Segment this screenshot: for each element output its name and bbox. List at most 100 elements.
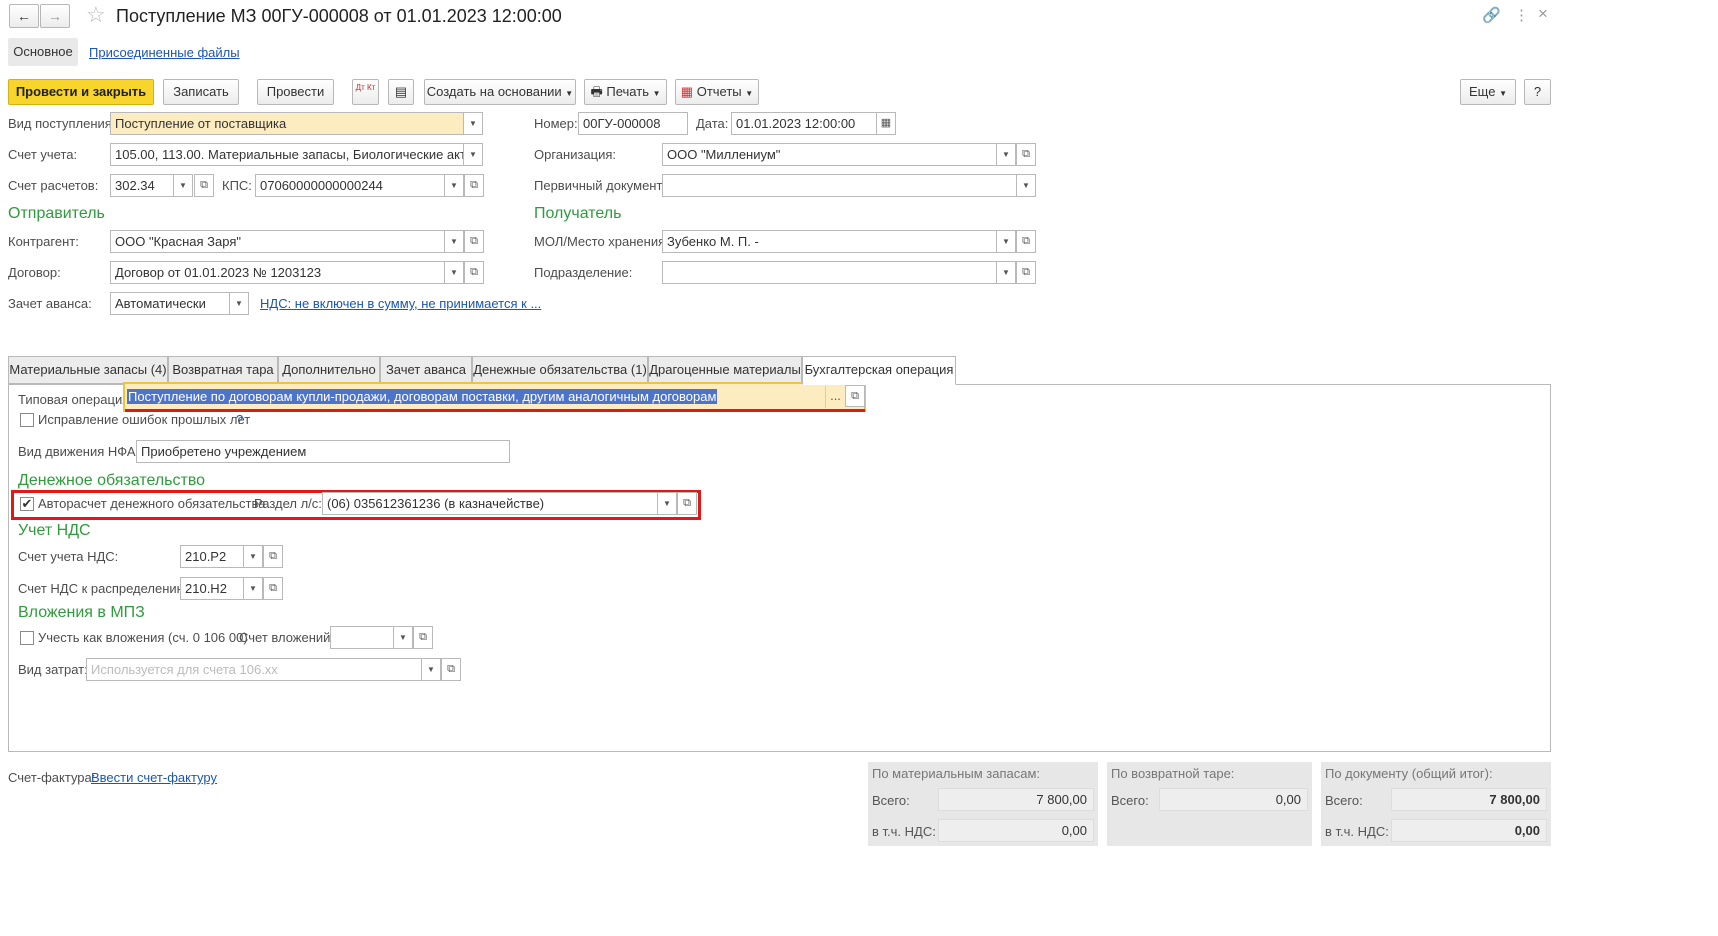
avans-field[interactable]: Автоматически [110,292,230,315]
tab-accounting-operation[interactable]: Бухгалтерская операция [802,356,956,385]
razdel-field[interactable]: (06) 035612361236 (в казначействе) [322,492,658,515]
schet-dropdown-icon[interactable]: ▼ [463,143,483,166]
vl-schet-field[interactable] [330,626,394,649]
vid-field[interactable]: Поступление от поставщика [110,112,464,135]
raschet-field[interactable]: 302.34 [110,174,174,197]
org-open-icon[interactable]: ⧉ [1016,143,1036,166]
avto-label: Авторасчет денежного обязательства [38,496,266,511]
tab-obligations[interactable]: Денежные обязательства (1) [472,356,648,384]
avto-checkbox[interactable]: ✔ [20,497,34,511]
nomer-field[interactable]: 00ГУ-000008 [578,112,688,135]
razdel-open-icon[interactable]: ⧉ [677,492,697,515]
mol-label: МОЛ/Место хранения: [534,234,669,249]
save-button[interactable]: Записать [163,79,239,105]
vid-dropdown-icon[interactable]: ▼ [463,112,483,135]
podr-open-icon[interactable]: ⧉ [1016,261,1036,284]
nds-schet-field[interactable]: 210.Р2 [180,545,244,568]
nds-schet-label: Счет учета НДС: [18,549,119,564]
nds-link[interactable]: НДС: не включен в сумму, не принимается … [260,296,541,312]
schet-field[interactable]: 105.00, 113.00. Материальные запасы, Био… [110,143,464,166]
podr-dropdown-icon[interactable]: ▼ [996,261,1016,284]
perv-dropdown-icon[interactable]: ▼ [1016,174,1036,197]
kps-label: КПС: [222,178,252,193]
zatr-label: Вид затрат: [18,662,88,677]
nds-schet-dropdown-icon[interactable]: ▼ [243,545,263,568]
schet-label: Счет учета: [8,147,78,162]
isprav-label: Исправление ошибок прошлых лет [38,412,251,427]
kontr-label: Контрагент: [8,234,79,249]
mol-open-icon[interactable]: ⧉ [1016,230,1036,253]
nfa-field[interactable]: Приобретено учреждением [136,440,510,463]
tip-open-icon[interactable]: ⧉ [845,385,865,407]
tip-select-button[interactable]: ... [825,386,845,408]
org-dropdown-icon[interactable]: ▼ [996,143,1016,166]
zatr-open-icon[interactable]: ⧉ [441,658,461,681]
more-button[interactable]: Еще ▼ [1460,79,1516,105]
dogovor-dropdown-icon[interactable]: ▼ [444,261,464,284]
podr-field[interactable] [662,261,997,284]
dt-kt-icon[interactable]: Дт Кт [352,79,379,105]
tab-precious[interactable]: Драгоценные материалы [648,356,802,384]
back-button[interactable]: ← [9,4,39,28]
help-button[interactable]: ? [1524,79,1551,105]
nav-attached-files[interactable]: Присоединенные файлы [89,45,240,61]
close-icon[interactable]: × [1538,4,1548,24]
kps-dropdown-icon[interactable]: ▼ [444,174,464,197]
nds-heading: Учет НДС [18,522,91,539]
more-icon[interactable]: ⋮ [1514,6,1529,24]
print-button[interactable]: 🖶 Печать ▼ [584,79,667,105]
nds-rasp-field[interactable]: 210.Н2 [180,577,244,600]
tab-advance[interactable]: Зачет аванса [380,356,472,384]
totals-vsego-label: Всего: [1325,793,1363,808]
totals-materials: По материальным запасам: Всего: 7 800,00… [868,762,1098,846]
tab-additional[interactable]: Дополнительно [278,356,380,384]
tab-materials[interactable]: Материальные запасы (4) [8,356,168,384]
vl-schet-dropdown-icon[interactable]: ▼ [393,626,413,649]
totals-vsego-value: 0,00 [1159,788,1308,811]
nds-rasp-dropdown-icon[interactable]: ▼ [243,577,263,600]
vid-label: Вид поступления: [8,116,116,131]
tip-field[interactable]: Поступление по договорам купли-продажи, … [127,386,825,407]
reports-button[interactable]: ▦ Отчеты ▼ [675,79,759,105]
raschet-dropdown-icon[interactable]: ▼ [173,174,193,197]
isprav-checkbox[interactable] [20,413,34,427]
chevron-down-icon: ▼ [652,89,661,98]
vl-label: Учесть как вложения (сч. 0 106 00) [38,630,248,645]
mol-field[interactable]: Зубенко М. П. - [662,230,997,253]
calendar-icon[interactable]: ▦ [876,112,896,135]
list-icon[interactable]: ▤ [388,79,414,105]
avans-dropdown-icon[interactable]: ▼ [229,292,249,315]
kontr-dropdown-icon[interactable]: ▼ [444,230,464,253]
razdel-dropdown-icon[interactable]: ▼ [657,492,677,515]
kontr-field[interactable]: ООО "Красная Заря" [110,230,445,253]
sf-link[interactable]: Ввести счет-фактуру [91,770,217,786]
nds-rasp-open-icon[interactable]: ⧉ [263,577,283,600]
kps-open-icon[interactable]: ⧉ [464,174,484,197]
mol-dropdown-icon[interactable]: ▼ [996,230,1016,253]
dogovor-field[interactable]: Договор от 01.01.2023 № 1203123 [110,261,445,284]
org-field[interactable]: ООО "Миллениум" [662,143,997,166]
data-field[interactable]: 01.01.2023 12:00:00 [731,112,877,135]
link-icon[interactable]: 🔗 [1482,6,1501,24]
zatr-dropdown-icon[interactable]: ▼ [421,658,441,681]
perv-field[interactable] [662,174,1017,197]
nds-schet-open-icon[interactable]: ⧉ [263,545,283,568]
help-icon[interactable]: ? [236,412,243,428]
forward-button[interactable]: → [40,4,70,28]
raschet-open-icon[interactable]: ⧉ [194,174,214,197]
vl-schet-open-icon[interactable]: ⧉ [413,626,433,649]
tab-return-tare[interactable]: Возвратная тара [168,356,278,384]
post-button[interactable]: Провести [257,79,334,105]
create-based-button[interactable]: Создать на основании ▼ [424,79,576,105]
kontr-open-icon[interactable]: ⧉ [464,230,484,253]
vl-checkbox[interactable] [20,631,34,645]
nfa-label: Вид движения НФА: [18,444,140,459]
dogovor-open-icon[interactable]: ⧉ [464,261,484,284]
star-icon[interactable]: ☆ [86,3,106,27]
post-close-button[interactable]: Провести и закрыть [8,79,154,105]
nav-main[interactable]: Основное [8,38,78,66]
kps-field[interactable]: 07060000000000244 [255,174,445,197]
raschet-label: Счет расчетов: [8,178,99,193]
totals-tare: По возвратной таре: Всего: 0,00 [1107,762,1312,846]
zatr-field[interactable]: Используется для счета 106.хх [86,658,422,681]
